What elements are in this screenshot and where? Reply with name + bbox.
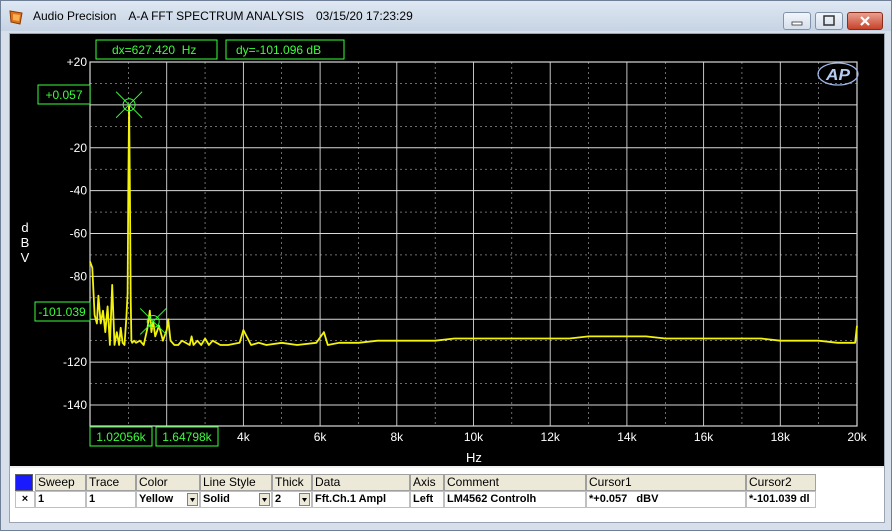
y-tick-label: +20 — [67, 55, 88, 69]
maximize-button[interactable] — [815, 12, 843, 30]
cell-line-style-value: Solid — [203, 493, 230, 505]
fft-plot[interactable]: +20 -20 -40 -60 -80 -120 -140 4k 6k 8k 10k 12k 14k 1… — [10, 34, 884, 466]
x-tick-label: 4k — [237, 430, 251, 444]
minimize-button[interactable] — [783, 12, 811, 30]
cell-color[interactable]: Yellow — [136, 491, 200, 508]
y-tick-label: -140 — [63, 398, 87, 412]
cell-line-style[interactable]: Solid — [200, 491, 272, 508]
header-cursor2[interactable]: Cursor2 — [746, 474, 816, 491]
x-axis-ticks: 4k 6k 8k 10k 12k 14k 16k 18k 20k — [237, 430, 868, 444]
y-tick-label: -120 — [63, 355, 87, 369]
plot-title: A-A FFT SPECTRUM ANALYSIS — [128, 9, 304, 23]
dy-readout: dy=-101.096 dB — [236, 43, 321, 57]
cell-color-value: Yellow — [139, 493, 174, 505]
cursor1-x-value: 1.02056k — [96, 430, 146, 444]
color-dropdown-arrow[interactable] — [187, 493, 198, 506]
title-bar[interactable]: Audio Precision A-A FFT SPECTRUM ANALYSIS… — [1, 1, 891, 31]
ap-logo: AP — [817, 62, 859, 86]
cursor1-y-value: +0.057 — [45, 88, 82, 102]
cell-data[interactable]: Fft.Ch.1 Ampl — [312, 491, 410, 508]
app-name: Audio Precision — [33, 9, 117, 23]
header-axis[interactable]: Axis — [410, 474, 444, 491]
cursor-markers — [115, 91, 167, 335]
header-comment[interactable]: Comment — [444, 474, 586, 491]
header-data[interactable]: Data — [312, 474, 410, 491]
dx-readout: dx=627.420 Hz — [112, 43, 196, 57]
ap-logo-text: AP — [825, 67, 850, 84]
x-tick-label: 18k — [771, 430, 791, 444]
y-tick-label: -20 — [70, 141, 88, 155]
x-tick-label: 6k — [314, 430, 328, 444]
header-color[interactable]: Color — [136, 474, 200, 491]
graph-window: +20 -20 -40 -60 -80 -120 -140 4k 6k 8k 10k 12k 14k 1… — [9, 33, 885, 523]
x-tick-label: 8k — [390, 430, 404, 444]
x-tick-label: 20k — [847, 430, 867, 444]
header-thick[interactable]: Thick — [272, 474, 312, 491]
line-style-dropdown-arrow[interactable] — [259, 493, 270, 506]
plot-grid — [89, 61, 858, 427]
chevron-down-icon — [262, 498, 267, 502]
color-swatch-header[interactable] — [15, 474, 33, 491]
row-enabled-checkbox[interactable]: × — [15, 491, 35, 508]
header-cursor1[interactable]: Cursor1 — [586, 474, 746, 491]
cell-axis[interactable]: Left — [410, 491, 444, 508]
title-timestamp: 03/15/20 17:23:29 — [315, 9, 413, 23]
window-title: Audio Precision A-A FFT SPECTRUM ANALYSIS… — [33, 9, 425, 23]
trace-settings-grid: Sweep Trace Color Line Style Thick Data … — [10, 468, 884, 522]
x-tick-label: 12k — [541, 430, 561, 444]
cell-trace[interactable]: 1 — [86, 491, 136, 508]
header-trace[interactable]: Trace — [86, 474, 136, 491]
close-button[interactable] — [847, 12, 883, 30]
app-window: Audio Precision A-A FFT SPECTRUM ANALYSIS… — [0, 0, 892, 531]
maximize-icon — [823, 15, 835, 26]
x-tick-label: 14k — [617, 430, 637, 444]
cursor2-x-value: 1.64798k — [162, 430, 212, 444]
cell-cursor2[interactable]: *-101.039 dl — [746, 491, 816, 508]
x-tick-label: 16k — [694, 430, 714, 444]
chevron-down-icon — [190, 498, 195, 502]
cursor2-y-value: -101.039 — [38, 305, 86, 319]
y-tick-label: -80 — [70, 269, 88, 283]
cell-thick-value: 2 — [275, 493, 282, 505]
close-icon — [860, 16, 870, 26]
y-tick-label: -60 — [70, 227, 88, 241]
thick-dropdown-arrow[interactable] — [299, 493, 310, 506]
y-tick-label: -40 — [70, 184, 88, 198]
app-icon — [9, 10, 23, 25]
minimize-icon — [791, 21, 803, 26]
cell-sweep[interactable]: 1 — [35, 491, 86, 508]
x-tick-label: 10k — [464, 430, 484, 444]
x-axis-label: Hz — [466, 450, 482, 465]
header-sweep[interactable]: Sweep — [35, 474, 86, 491]
cell-thick[interactable]: 2 — [272, 491, 312, 508]
header-line-style[interactable]: Line Style — [200, 474, 272, 491]
y-axis-ticks: +20 -20 -40 -60 -80 -120 -140 — [63, 55, 87, 412]
y-axis-label: dBV — [21, 220, 30, 265]
cell-cursor1[interactable]: *+0.057 dBV — [586, 491, 746, 508]
chevron-down-icon — [302, 498, 307, 502]
cell-comment[interactable]: LM4562 Controlh — [444, 491, 586, 508]
